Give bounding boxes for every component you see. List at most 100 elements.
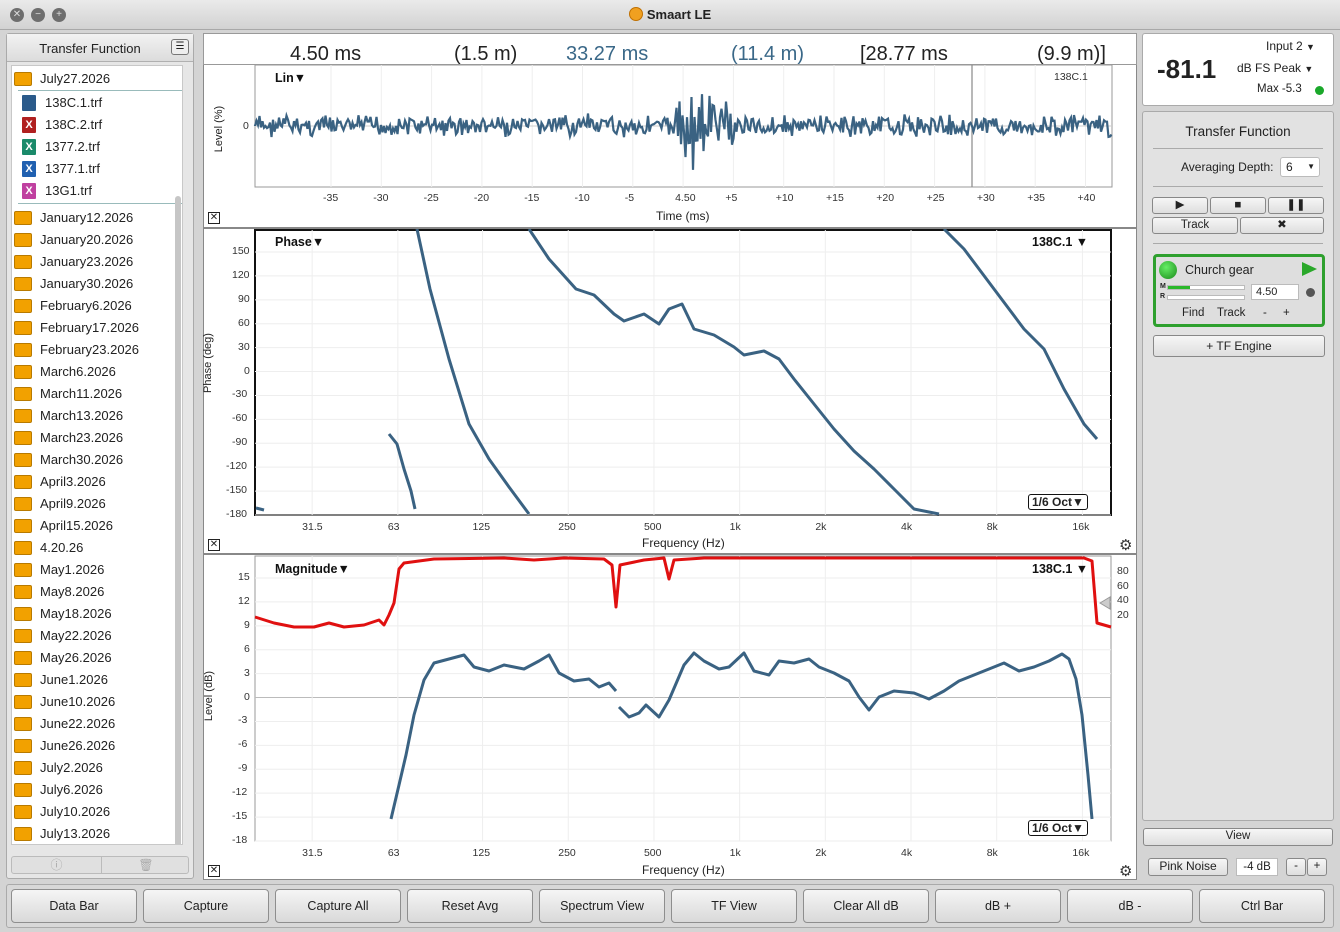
clear-all-db-button[interactable]: Clear All dB bbox=[803, 889, 929, 923]
folder-icon bbox=[14, 277, 32, 291]
folder-label: May8.2026 bbox=[40, 584, 105, 599]
folder-item[interactable]: March30.2026 bbox=[12, 449, 182, 471]
folder-label: January30.2026 bbox=[40, 276, 134, 291]
stop-button[interactable]: ■ bbox=[1210, 197, 1266, 214]
folder-item[interactable]: March13.2026 bbox=[12, 405, 182, 427]
folder-item[interactable]: January23.2026 bbox=[12, 251, 182, 273]
folder-label: March30.2026 bbox=[40, 452, 124, 467]
phase-title[interactable]: Phase▼ bbox=[275, 235, 324, 249]
reset-avg-button[interactable]: Reset Avg bbox=[407, 889, 533, 923]
pause-button[interactable]: ❚❚ bbox=[1268, 197, 1324, 214]
folder-item[interactable]: June26.2026 bbox=[12, 735, 182, 757]
phase-ytick: -150 bbox=[226, 484, 248, 497]
find-button[interactable]: Find bbox=[1182, 307, 1204, 319]
close-impulse-icon[interactable]: ✕ bbox=[208, 212, 220, 224]
file-item[interactable]: X 138C.2.trf bbox=[12, 114, 182, 136]
delay-lock-icon[interactable] bbox=[1306, 288, 1315, 297]
folder-item[interactable]: January12.2026 bbox=[12, 207, 182, 229]
track-button[interactable]: Track bbox=[1152, 217, 1238, 234]
db-button[interactable]: dB - bbox=[1067, 889, 1193, 923]
file-item[interactable]: X 1377.2.trf bbox=[12, 136, 182, 158]
folder-item[interactable]: April9.2026 bbox=[12, 493, 182, 515]
db-button[interactable]: dB + bbox=[935, 889, 1061, 923]
spectrum-view-button[interactable]: Spectrum View bbox=[539, 889, 665, 923]
folder-item[interactable]: May22.2026 bbox=[12, 625, 182, 647]
phase-settings-gear-icon[interactable]: ⚙ bbox=[1119, 536, 1132, 554]
folder-item[interactable]: February17.2026 bbox=[12, 317, 182, 339]
ctrl-bar-button[interactable]: Ctrl Bar bbox=[1199, 889, 1325, 923]
folder-item[interactable]: June22.2026 bbox=[12, 713, 182, 735]
folder-item[interactable]: March11.2026 bbox=[12, 383, 182, 405]
folder-item[interactable]: July2.2026 bbox=[12, 757, 182, 779]
phase-xtick: 16k bbox=[1072, 521, 1090, 533]
info-icon[interactable]: ⓘ bbox=[12, 857, 101, 873]
folder-item[interactable]: January30.2026 bbox=[12, 273, 182, 295]
impulse-xtick: -5 bbox=[624, 192, 635, 204]
folder-item[interactable]: April15.2026 bbox=[12, 515, 182, 537]
phase-trace-label[interactable]: 138C.1 ▼ bbox=[1032, 235, 1088, 249]
sidebar-menu-icon[interactable]: ☰ bbox=[171, 39, 189, 55]
magnitude-settings-gear-icon[interactable]: ⚙ bbox=[1119, 862, 1132, 880]
phase-smoothing-dropdown[interactable]: 1/6 Oct▼ bbox=[1028, 494, 1088, 510]
close-magnitude-icon[interactable]: ✕ bbox=[208, 865, 220, 877]
measurement-run-icon[interactable] bbox=[1302, 262, 1317, 276]
capture-button[interactable]: Capture bbox=[143, 889, 269, 923]
magnitude-xtick: 500 bbox=[643, 847, 662, 859]
folder-item[interactable]: May18.2026 bbox=[12, 603, 182, 625]
sidebar-scrollbar[interactable] bbox=[174, 126, 182, 844]
magnitude-smoothing-dropdown[interactable]: 1/6 Oct▼ bbox=[1028, 820, 1088, 836]
folder-item[interactable]: March6.2026 bbox=[12, 361, 182, 383]
delay-input[interactable]: 4.50 bbox=[1251, 284, 1299, 300]
scroll-thumb[interactable] bbox=[175, 196, 181, 844]
folder-item[interactable]: July6.2026 bbox=[12, 779, 182, 801]
folder-item[interactable]: 4.20.26 bbox=[12, 537, 182, 559]
file-item[interactable]: 138C.1.trf bbox=[12, 92, 182, 114]
impulse-canvas bbox=[253, 65, 1113, 188]
folder-item[interactable]: February23.2026 bbox=[12, 339, 182, 361]
folder-item[interactable]: January20.2026 bbox=[12, 229, 182, 251]
close-phase-icon[interactable]: ✕ bbox=[208, 539, 220, 551]
pink-level-plus-button[interactable]: + bbox=[1307, 858, 1327, 876]
folder-item[interactable]: June10.2026 bbox=[12, 691, 182, 713]
folder-item[interactable]: July10.2026 bbox=[12, 801, 182, 823]
capture-all-button[interactable]: Capture All bbox=[275, 889, 401, 923]
measurement-card[interactable]: Church gear M R 4.50 Find Track - + bbox=[1153, 254, 1325, 327]
meter-input-select[interactable]: Input 2 ▼ bbox=[1266, 39, 1315, 53]
folder-item[interactable]: May1.2026 bbox=[12, 559, 182, 581]
measurement-on-icon[interactable] bbox=[1159, 261, 1177, 279]
tools-icon[interactable]: ✖ bbox=[1240, 217, 1324, 234]
tf-view-button[interactable]: TF View bbox=[671, 889, 797, 923]
delay-minus-button[interactable]: - bbox=[1263, 307, 1267, 319]
view-button[interactable]: View bbox=[1143, 828, 1333, 846]
level-meter: -81.1 Input 2 ▼ dB FS Peak ▼ Max -5.3 bbox=[1142, 33, 1334, 106]
folder-item[interactable]: June1.2026 bbox=[12, 669, 182, 691]
folder-item-open[interactable]: July27.2026 bbox=[12, 68, 182, 90]
sidebar-title: Transfer Function bbox=[39, 41, 141, 56]
impulse-title[interactable]: Lin▼ bbox=[275, 71, 306, 85]
folder-item[interactable]: May8.2026 bbox=[12, 581, 182, 603]
folder-label: March6.2026 bbox=[40, 364, 116, 379]
folder-item[interactable]: April3.2026 bbox=[12, 471, 182, 493]
averaging-select[interactable]: 6 ▼ bbox=[1280, 157, 1320, 177]
pink-noise-button[interactable]: Pink Noise bbox=[1148, 858, 1228, 876]
magnitude-trace-label[interactable]: 138C.1 ▼ bbox=[1032, 562, 1088, 576]
magnitude-title[interactable]: Magnitude▼ bbox=[275, 562, 350, 576]
add-tf-engine-button[interactable]: + TF Engine bbox=[1153, 335, 1325, 357]
pink-noise-level[interactable]: -4 dB bbox=[1236, 858, 1278, 876]
folder-item[interactable]: February6.2026 bbox=[12, 295, 182, 317]
track-delay-button[interactable]: Track bbox=[1217, 307, 1245, 319]
folder-item[interactable]: March23.2026 bbox=[12, 427, 182, 449]
delay-plus-button[interactable]: + bbox=[1283, 307, 1290, 319]
phase-ytick: -180 bbox=[226, 508, 248, 520]
meter-mode-select[interactable]: dB FS Peak ▼ bbox=[1237, 61, 1313, 75]
trash-icon[interactable]: 🗑 bbox=[101, 857, 190, 873]
folder-item[interactable]: July13.2026 bbox=[12, 823, 182, 844]
play-button[interactable]: ▶ bbox=[1152, 197, 1208, 214]
folder-icon bbox=[14, 629, 32, 643]
pink-level-minus-button[interactable]: - bbox=[1286, 858, 1306, 876]
magnitude-xtick: 8k bbox=[986, 847, 998, 859]
file-item[interactable]: X 1377.1.trf bbox=[12, 158, 182, 180]
data-bar-button[interactable]: Data Bar bbox=[11, 889, 137, 923]
folder-item[interactable]: May26.2026 bbox=[12, 647, 182, 669]
file-item[interactable]: X 13G1.trf bbox=[12, 180, 182, 202]
